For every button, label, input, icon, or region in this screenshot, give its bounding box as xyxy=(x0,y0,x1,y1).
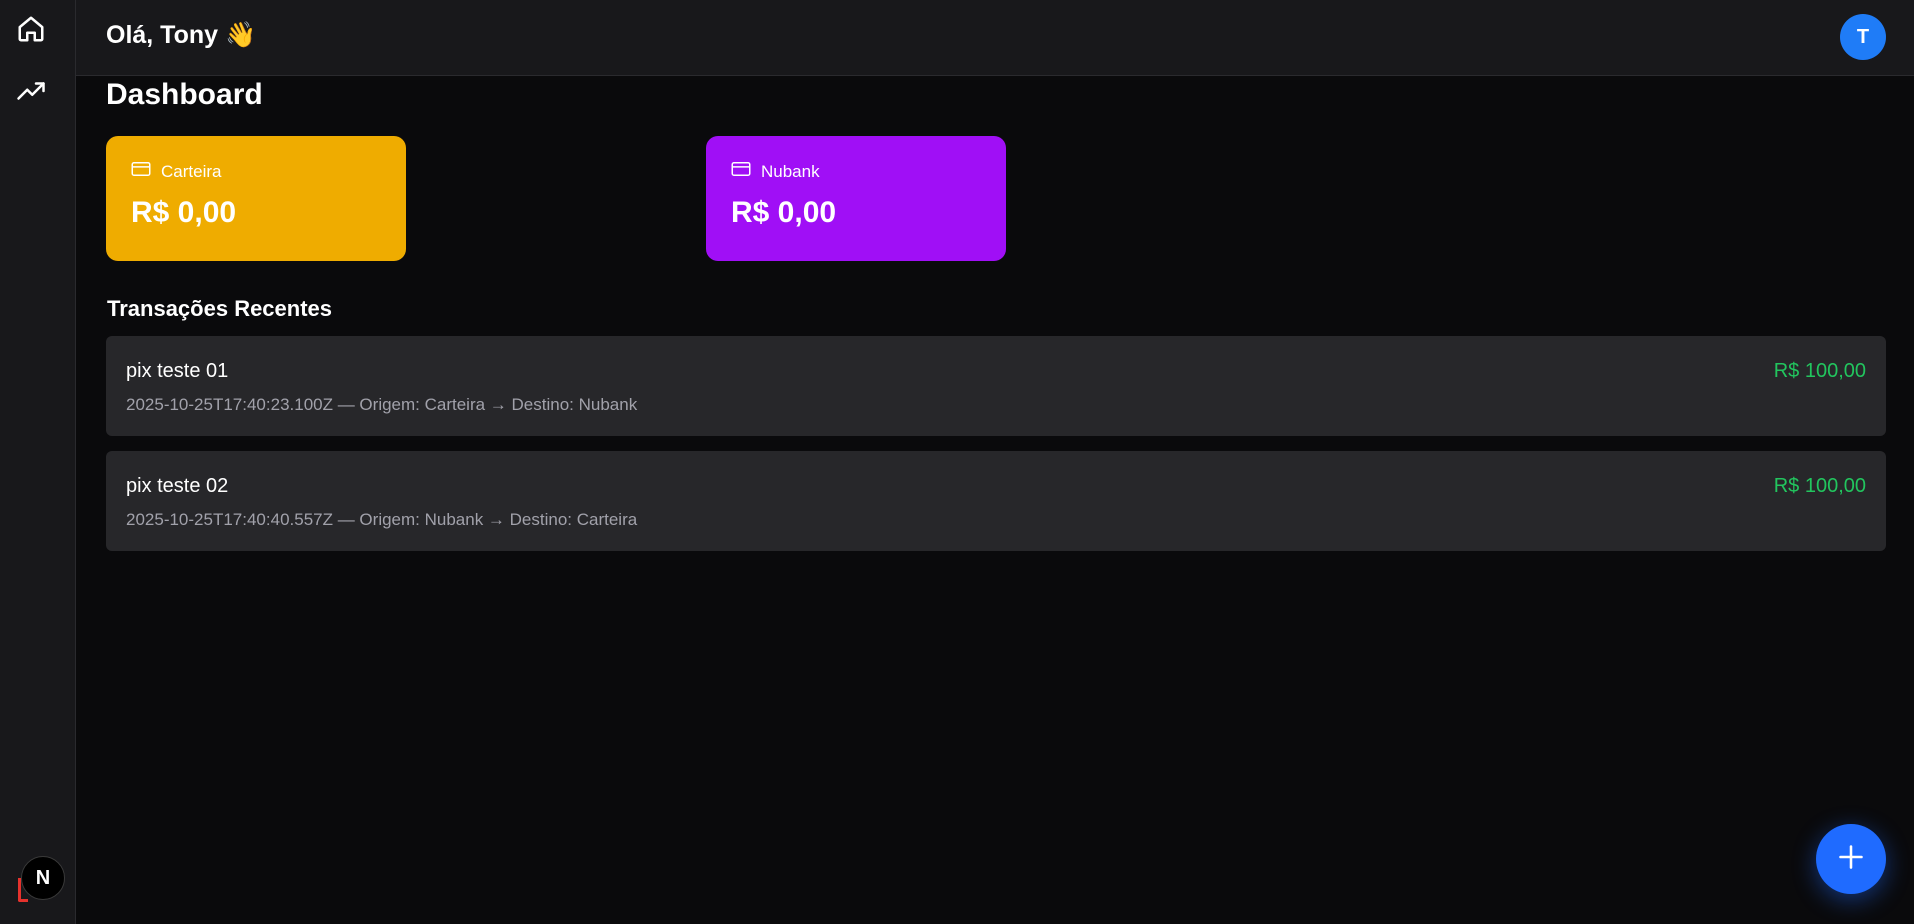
account-balance: R$ 0,00 xyxy=(731,196,837,229)
transaction-row[interactable]: pix teste 01 2025-10-25T17:40:23.100Z — … xyxy=(106,336,1886,436)
account-name: Carteira xyxy=(161,161,222,181)
transaction-list: pix teste 01 2025-10-25T17:40:23.100Z — … xyxy=(106,336,1886,566)
top-bar: Olá, Tony 👋 T xyxy=(76,0,1914,76)
recent-transactions-title: Transações Recentes xyxy=(107,296,333,321)
transaction-name: pix teste 01 xyxy=(126,360,229,382)
transaction-name: pix teste 02 xyxy=(126,475,229,497)
credit-card-icon xyxy=(131,161,151,182)
page-title: Dashboard xyxy=(106,78,263,111)
transaction-row[interactable]: pix teste 02 2025-10-25T17:40:40.557Z — … xyxy=(106,451,1886,551)
sidebar: N xyxy=(0,0,76,924)
account-card-carteira[interactable]: Carteira R$ 0,00 xyxy=(106,136,406,261)
transaction-amount: R$ 100,00 xyxy=(1773,475,1866,497)
add-transaction-button[interactable] xyxy=(1816,824,1886,894)
transaction-amount: R$ 100,00 xyxy=(1773,360,1866,382)
transaction-details: 2025-10-25T17:40:40.557Z — Origem: Nuban… xyxy=(126,510,638,529)
account-card-nubank[interactable]: Nubank R$ 0,00 xyxy=(706,136,1006,261)
nextjs-dev-badge[interactable]: N xyxy=(21,856,65,900)
credit-card-icon xyxy=(731,161,751,182)
account-balance: R$ 0,00 xyxy=(131,196,237,229)
user-avatar[interactable]: T xyxy=(1840,14,1886,60)
trending-up-icon[interactable] xyxy=(14,74,48,108)
transaction-details: 2025-10-25T17:40:23.100Z — Origem: Carte… xyxy=(126,395,638,414)
greeting-text: Olá, Tony 👋 xyxy=(106,21,257,49)
plus-icon xyxy=(1837,843,1865,876)
account-name: Nubank xyxy=(761,161,820,181)
home-icon[interactable] xyxy=(14,12,48,46)
